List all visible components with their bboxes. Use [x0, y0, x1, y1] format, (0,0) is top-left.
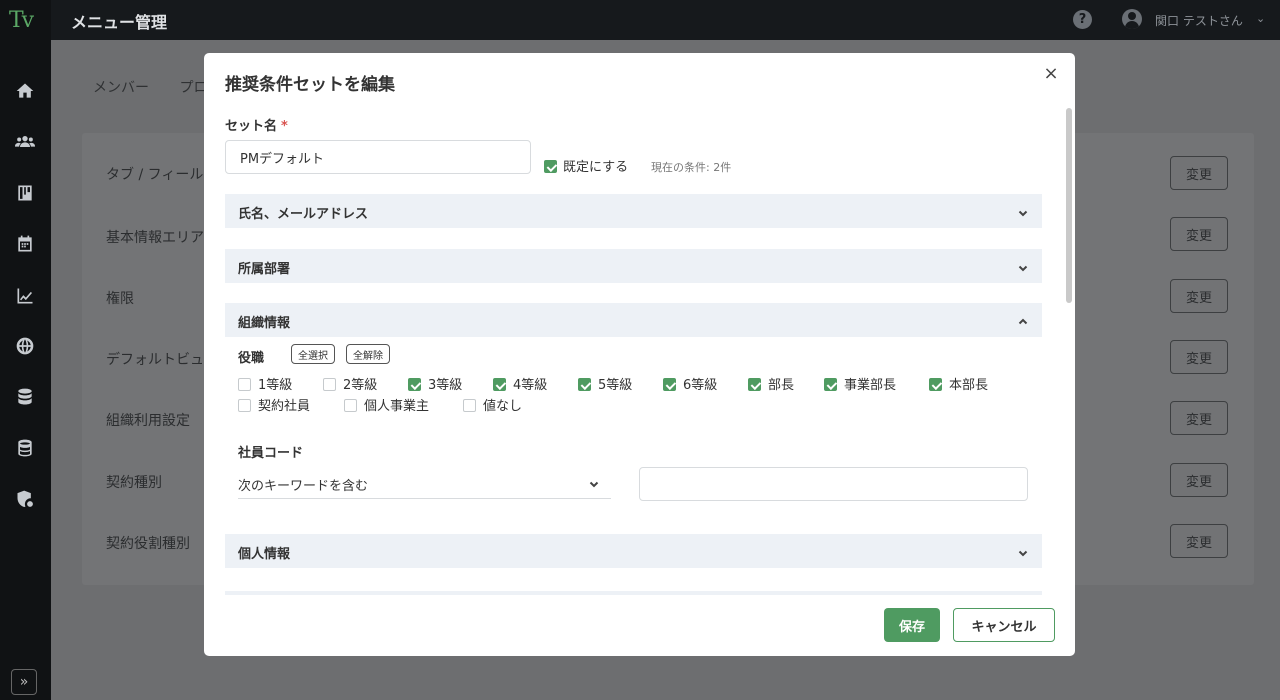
change-button[interactable]: 変更: [1170, 524, 1228, 558]
position-option-3[interactable]: 3等級: [408, 374, 462, 393]
section-department[interactable]: 所属部署: [225, 249, 1042, 283]
settings-row-label: 基本情報エリア: [106, 230, 204, 246]
checkbox[interactable]: [929, 378, 942, 391]
match-mode-value: 次のキーワードを含む: [238, 479, 369, 494]
chevron-down-icon: [1018, 258, 1028, 272]
chevron-down-icon: [1018, 543, 1028, 557]
chevron-down-icon[interactable]: ⌄: [1256, 12, 1265, 25]
position-option-11[interactable]: 個人事業主: [344, 395, 429, 414]
change-button[interactable]: 変更: [1170, 156, 1228, 190]
position-option-2[interactable]: 2等級: [323, 374, 377, 393]
checkbox[interactable]: [578, 378, 591, 391]
home-icon[interactable]: [14, 80, 36, 102]
settings-row-label: タブ / フィール: [106, 167, 204, 183]
board-icon[interactable]: [14, 182, 36, 204]
change-button[interactable]: 変更: [1170, 217, 1228, 251]
condition-count: 現在の条件: 2件: [651, 161, 732, 174]
section-title: 組織情報: [238, 316, 291, 331]
change-button[interactable]: 変更: [1170, 401, 1228, 435]
position-option-8[interactable]: 事業部長: [824, 374, 896, 393]
section-title: 所属部署: [238, 262, 291, 277]
settings-row-label: 契約種別: [106, 475, 162, 491]
settings-row-label: 権限: [106, 291, 134, 307]
position-option-6[interactable]: 6等級: [663, 374, 717, 393]
section-title: 氏名、メールアドレス: [238, 207, 369, 222]
checkbox[interactable]: [748, 378, 761, 391]
settings-row-label: デフォルトビュ: [106, 352, 204, 368]
section-name-email[interactable]: 氏名、メールアドレス: [225, 194, 1042, 228]
avatar[interactable]: [1122, 9, 1142, 29]
employee-code-label: 社員コード: [238, 446, 304, 461]
sidebar: Tv »: [0, 0, 51, 700]
set-name-input[interactable]: [225, 140, 531, 174]
position-option-9[interactable]: 本部長: [929, 374, 988, 393]
globe-icon[interactable]: [14, 335, 36, 357]
position-option-7[interactable]: 部長: [748, 374, 794, 393]
close-icon[interactable]: ×: [1042, 65, 1060, 83]
set-name-label: セット名 *: [225, 119, 288, 134]
section-title: 個人情報: [238, 547, 291, 562]
checkbox[interactable]: [493, 378, 506, 391]
checkbox[interactable]: [238, 399, 251, 412]
select-all-button[interactable]: 全選択: [291, 344, 335, 364]
scrollbar[interactable]: [1066, 108, 1072, 303]
calendar-icon[interactable]: [14, 233, 36, 255]
page-title: メニュー管理: [71, 13, 168, 32]
save-button[interactable]: 保存: [884, 608, 940, 642]
user-name[interactable]: 関口 テストさん: [1155, 12, 1243, 29]
employee-code-keyword-input[interactable]: [639, 467, 1028, 501]
database-alt-icon[interactable]: [14, 437, 36, 459]
edit-condition-set-dialog: 推奨条件セットを編集 × セット名* 既定にする 現在の条件: 2件 氏名、メー…: [204, 53, 1075, 656]
change-button[interactable]: 変更: [1170, 463, 1228, 497]
database-icon[interactable]: [14, 386, 36, 408]
dialog-title: 推奨条件セットを編集: [225, 75, 395, 95]
checkbox[interactable]: [323, 378, 336, 391]
checkbox[interactable]: [344, 399, 357, 412]
default-checkbox[interactable]: [544, 160, 557, 173]
checkbox[interactable]: [408, 378, 421, 391]
app-logo[interactable]: Tv: [9, 8, 34, 33]
checkbox[interactable]: [238, 378, 251, 391]
section-organization[interactable]: 組織情報: [225, 303, 1042, 337]
clear-all-button[interactable]: 全解除: [346, 344, 390, 364]
checkbox[interactable]: [663, 378, 676, 391]
settings-row-label: 契約役割種別: [106, 536, 190, 552]
default-checkbox-wrap[interactable]: 既定にする: [544, 156, 628, 175]
change-button[interactable]: 変更: [1170, 279, 1228, 313]
chart-icon[interactable]: [14, 285, 36, 307]
position-option-10[interactable]: 契約社員: [238, 395, 310, 414]
position-option-5[interactable]: 5等級: [578, 374, 632, 393]
required-mark: *: [281, 119, 288, 134]
default-label: 既定にする: [563, 160, 629, 175]
checkbox[interactable]: [463, 399, 476, 412]
section-personal[interactable]: 個人情報: [225, 534, 1042, 568]
people-icon[interactable]: [14, 131, 36, 153]
position-label: 役職: [238, 351, 265, 366]
chevron-down-icon: [589, 478, 599, 488]
next-section-edge: [225, 591, 1042, 595]
help-icon[interactable]: ?: [1073, 10, 1092, 29]
position-option-12[interactable]: 値なし: [463, 395, 522, 414]
settings-row-label: 組織利用設定: [106, 413, 190, 429]
position-option-4[interactable]: 4等級: [493, 374, 547, 393]
change-button[interactable]: 変更: [1170, 340, 1228, 374]
match-mode-select[interactable]: 次のキーワードを含む: [238, 467, 611, 499]
topbar: メニュー管理 ? 関口 テストさん ⌄: [51, 0, 1280, 40]
position-option-1[interactable]: 1等級: [238, 374, 292, 393]
checkbox[interactable]: [824, 378, 837, 391]
sidebar-expand-button[interactable]: »: [11, 669, 37, 695]
chevron-up-icon: [1018, 312, 1028, 325]
chevron-down-icon: [1018, 203, 1028, 217]
cancel-button[interactable]: キャンセル: [953, 608, 1055, 642]
shield-gear-icon[interactable]: [14, 488, 36, 510]
tab-members[interactable]: メンバー: [93, 80, 149, 96]
